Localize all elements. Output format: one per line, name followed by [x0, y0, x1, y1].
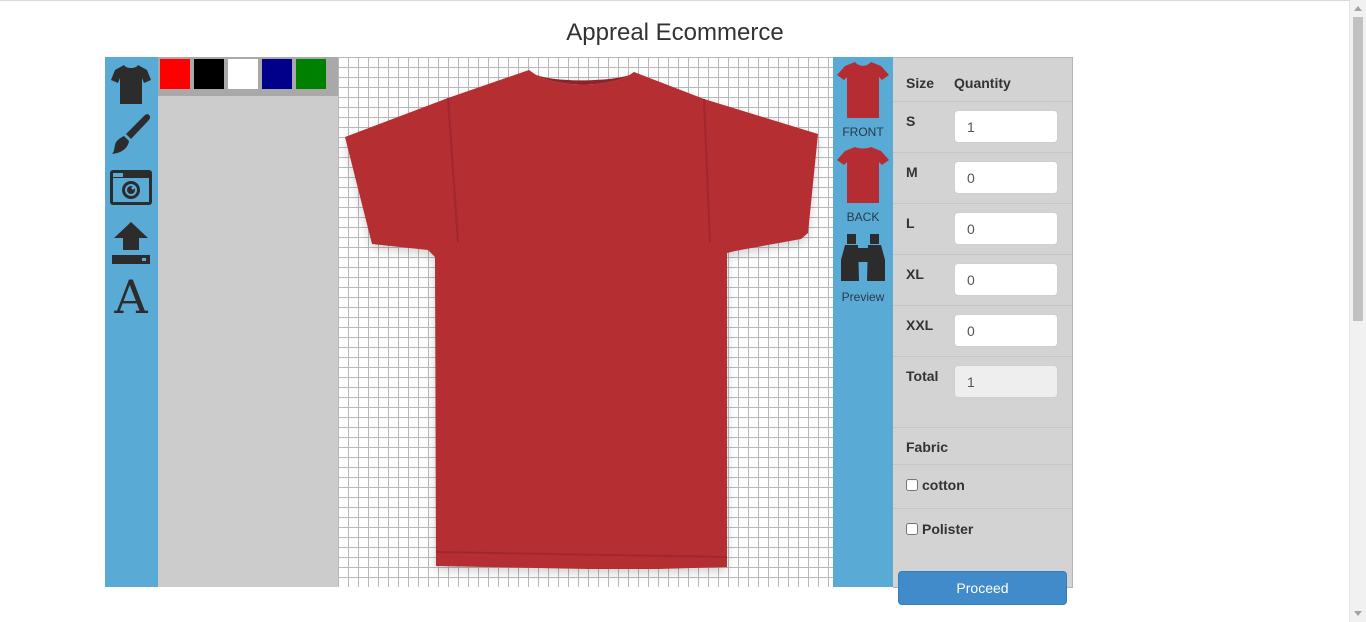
quantity-header: Quantity: [954, 75, 1011, 91]
total-label: Total: [906, 368, 939, 384]
total-row: Total: [893, 356, 1072, 427]
size-label-l: L: [906, 215, 915, 231]
tshirt-back-icon: [837, 147, 889, 203]
fabric-label: Fabric: [906, 439, 949, 455]
text-tool-button[interactable]: A: [108, 272, 154, 318]
paint-brush-icon: [112, 114, 151, 154]
swatch-red[interactable]: [160, 59, 190, 89]
text-icon: A: [113, 273, 148, 317]
fabric-option-row-polister: Polister: [893, 508, 1072, 552]
page-scrollbar[interactable]: [1349, 0, 1366, 622]
quantity-input-m[interactable]: [954, 161, 1058, 194]
scroll-down-arrow-icon[interactable]: [1354, 611, 1362, 616]
quantity-input-l[interactable]: [954, 212, 1058, 245]
back-view-button[interactable]: BACK: [833, 146, 893, 224]
swatch-navy[interactable]: [262, 59, 292, 89]
quantity-input-s[interactable]: [954, 110, 1058, 143]
camera-icon: [110, 170, 152, 205]
color-swatch-strip: [158, 57, 338, 96]
polister-option[interactable]: Polister: [906, 521, 973, 537]
size-header: Size: [906, 75, 935, 91]
design-toolbar: A: [105, 57, 158, 587]
size-row-xl: XL: [893, 254, 1072, 305]
size-row-l: L: [893, 203, 1072, 254]
quantity-input-xl[interactable]: [954, 263, 1058, 296]
scroll-up-arrow-icon[interactable]: [1354, 6, 1362, 11]
quantity-input-xxl[interactable]: [954, 314, 1058, 347]
cotton-label: cotton: [922, 477, 965, 493]
fabric-option-row-cotton: cotton: [893, 464, 1072, 508]
tshirt-tool-button[interactable]: [108, 61, 154, 107]
cotton-checkbox[interactable]: [906, 479, 918, 491]
svg-text:A: A: [113, 273, 148, 317]
polister-checkbox[interactable]: [906, 523, 918, 535]
preview-label: Preview: [841, 290, 885, 304]
order-panel: Size Quantity S M L XL XXL Total Fabric …: [893, 57, 1073, 588]
front-view-label: FRONT: [842, 125, 884, 139]
cotton-option[interactable]: cotton: [906, 477, 965, 493]
proceed-button[interactable]: Proceed: [898, 571, 1067, 605]
page-title: Appreal Ecommerce: [566, 19, 784, 46]
upload-tool-button[interactable]: [108, 220, 154, 266]
back-view-label: BACK: [846, 210, 880, 224]
tshirt-preview: [345, 70, 818, 569]
fabric-row: Fabric: [893, 427, 1072, 464]
binoculars-icon: [841, 234, 885, 281]
tshirt-front-icon: [837, 62, 889, 118]
scrollbar-thumb[interactable]: [1353, 17, 1363, 321]
size-label-xl: XL: [906, 266, 924, 282]
size-label-m: M: [906, 164, 918, 180]
view-panel: FRONT BACK Preview: [833, 57, 893, 587]
size-row-s: S: [893, 101, 1072, 152]
upload-icon: [112, 222, 150, 264]
design-canvas[interactable]: [338, 57, 833, 587]
swatch-green[interactable]: [296, 59, 326, 89]
tshirt-icon: [111, 65, 151, 104]
size-row-xxl: XXL: [893, 305, 1072, 356]
size-label-s: S: [906, 113, 916, 129]
camera-tool-button[interactable]: [108, 164, 154, 210]
color-panel: [158, 57, 338, 587]
polister-label: Polister: [922, 521, 974, 537]
total-quantity-field: [954, 365, 1058, 398]
paint-tool-button[interactable]: [108, 112, 154, 158]
front-view-button[interactable]: FRONT: [833, 61, 893, 139]
size-label-xxl: XXL: [906, 317, 934, 333]
swatch-white[interactable]: [228, 59, 258, 89]
size-row-m: M: [893, 152, 1072, 203]
preview-button[interactable]: Preview: [833, 232, 893, 304]
top-rule: [0, 0, 1366, 1]
swatch-black[interactable]: [194, 59, 224, 89]
